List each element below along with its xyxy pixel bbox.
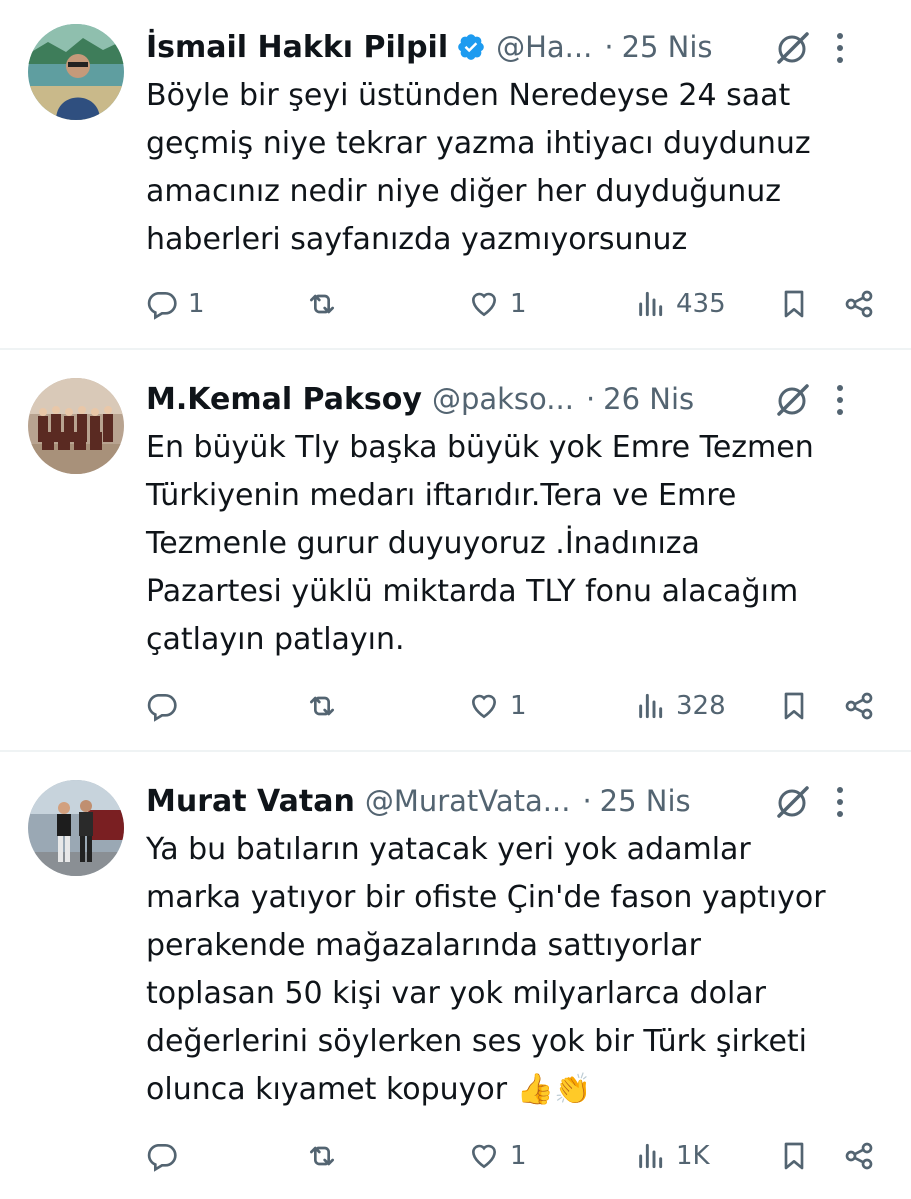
like-button[interactable]: 1 [468, 686, 527, 726]
share-button[interactable] [843, 686, 875, 726]
like-count: 1 [510, 1141, 527, 1171]
share-icon [845, 1142, 873, 1170]
share-icon [845, 290, 873, 318]
handle[interactable]: @MuratVata... [365, 784, 571, 818]
separator-dot: · [585, 382, 596, 416]
reply-icon [147, 694, 177, 722]
bookmark-icon [784, 1142, 804, 1170]
tweet-header: İsmail Hakkı Pilpil @Ha... · 25 Nis [146, 24, 881, 70]
views-button[interactable]: 328 [634, 686, 726, 726]
repost-icon [310, 294, 334, 314]
tweet[interactable]: M.Kemal Paksoy @pakso... · 26 Nis En büy… [0, 350, 911, 748]
grok-icon[interactable] [773, 28, 813, 68]
handle[interactable]: @pakso... [432, 382, 574, 416]
profile-photo-icon [28, 24, 124, 120]
timestamp[interactable]: 26 Nis [603, 382, 694, 416]
views-icon [639, 291, 663, 317]
grok-icon[interactable] [773, 380, 813, 420]
avatar[interactable] [28, 780, 124, 876]
share-button[interactable] [843, 1136, 875, 1176]
like-button[interactable]: 1 [468, 284, 527, 324]
bookmark-button[interactable] [778, 284, 810, 324]
reply-icon [147, 292, 177, 320]
action-bar: 1 328 [146, 686, 881, 726]
more-options-icon[interactable] [835, 30, 845, 66]
view-count: 1K [676, 1141, 710, 1171]
views-icon [639, 693, 663, 719]
repost-button[interactable] [306, 1136, 348, 1176]
bookmark-icon [784, 692, 804, 720]
handle[interactable]: @Ha... [496, 30, 592, 64]
display-name[interactable]: M.Kemal Paksoy [146, 382, 422, 417]
view-count: 435 [676, 289, 726, 319]
display-name[interactable]: İsmail Hakkı Pilpil [146, 30, 448, 65]
tweet-text: En büyük Tly başka büyük yok Emre Tezmen… [146, 430, 814, 657]
two-people-photo-icon [28, 780, 124, 876]
bookmark-button[interactable] [778, 1136, 810, 1176]
bookmark-button[interactable] [778, 686, 810, 726]
view-count: 328 [676, 691, 726, 721]
timestamp[interactable]: 25 Nis [600, 784, 691, 818]
grok-icon[interactable] [773, 782, 813, 822]
verified-badge-icon [458, 34, 484, 60]
reply-button[interactable]: 1 [146, 284, 205, 324]
tweet-header: Murat Vatan @MuratVata... · 25 Nis [146, 778, 881, 824]
avatar[interactable] [28, 24, 124, 120]
action-bar: 1 1 435 [146, 284, 881, 324]
avatar[interactable] [28, 378, 124, 474]
views-button[interactable]: 1K [634, 1136, 710, 1176]
bookmark-icon [784, 290, 804, 318]
like-count: 1 [510, 289, 527, 319]
tweet-text: Böyle bir şeyi üstünden Neredeyse 24 saa… [146, 78, 811, 257]
like-count: 1 [510, 691, 527, 721]
views-icon [639, 1143, 663, 1169]
reply-count: 1 [188, 289, 205, 319]
action-bar: 1 1K [146, 1136, 881, 1176]
tweet[interactable]: Murat Vatan @MuratVata... · 25 Nis Ya bu… [0, 752, 911, 1199]
more-options-icon[interactable] [835, 784, 845, 820]
repost-icon [310, 1146, 334, 1166]
like-button[interactable]: 1 [468, 1136, 527, 1176]
heart-icon [471, 1144, 497, 1169]
separator-dot: · [582, 784, 592, 818]
tweet-text: Ya bu batıların yatacak yeri yok adamlar… [146, 832, 826, 1107]
reply-button[interactable] [146, 686, 188, 726]
tweet[interactable]: İsmail Hakkı Pilpil @Ha... · 25 Nis Böyl… [0, 0, 911, 348]
timestamp[interactable]: 25 Nis [622, 30, 713, 64]
heart-icon [471, 694, 497, 719]
repost-icon [310, 696, 334, 716]
separator-dot: · [604, 30, 614, 64]
repost-button[interactable] [306, 284, 348, 324]
display-name[interactable]: Murat Vatan [146, 784, 355, 819]
views-button[interactable]: 435 [634, 284, 726, 324]
tweet-header: M.Kemal Paksoy @pakso... · 26 Nis [146, 376, 881, 422]
share-button[interactable] [843, 284, 875, 324]
more-options-icon[interactable] [835, 382, 845, 418]
repost-button[interactable] [306, 686, 348, 726]
reply-icon [147, 1144, 177, 1172]
group-photo-icon [28, 378, 124, 474]
reply-button[interactable] [146, 1136, 188, 1176]
share-icon [845, 692, 873, 720]
heart-icon [471, 292, 497, 317]
